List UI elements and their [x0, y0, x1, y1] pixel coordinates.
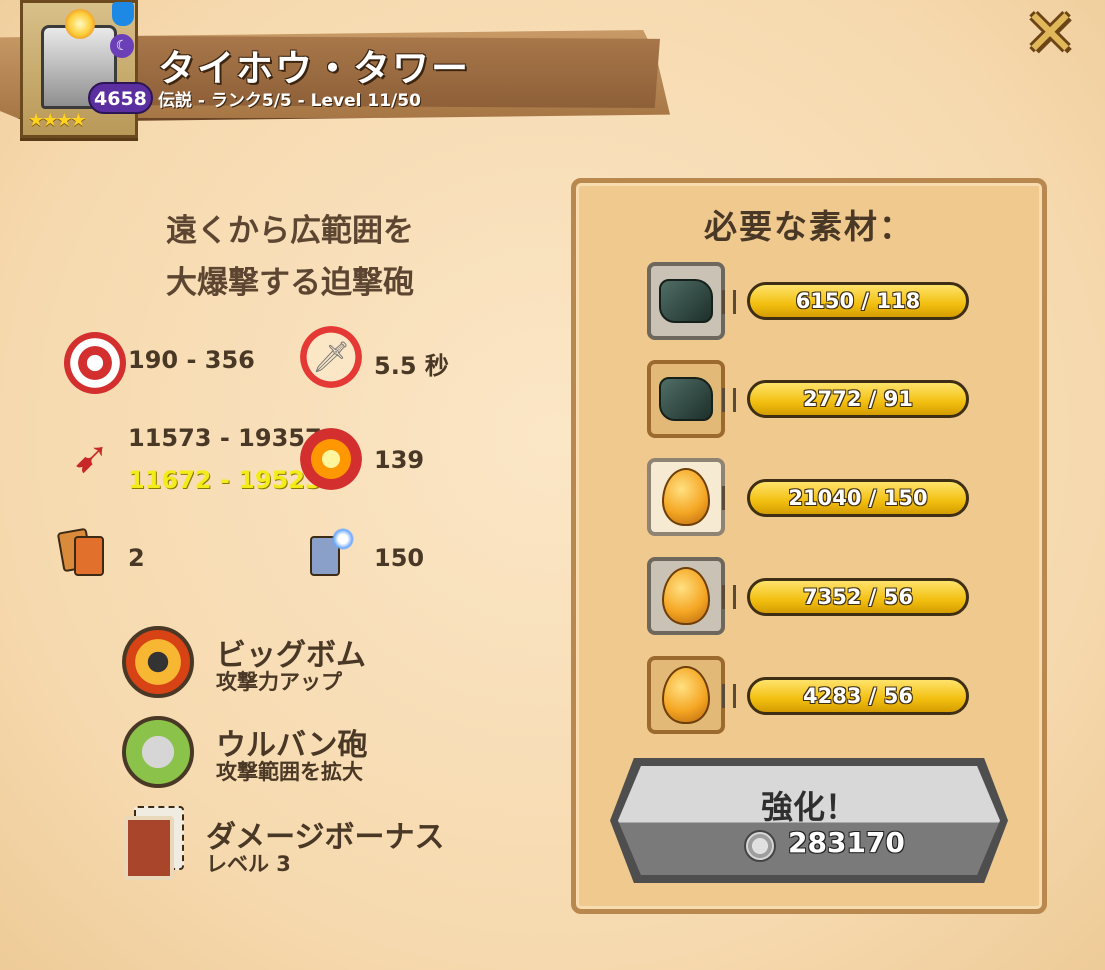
egg-icon [662, 468, 710, 526]
arrow-icon: ➹ [72, 431, 110, 483]
damage-bonus-icon [124, 806, 190, 882]
sword-cooldown-icon: 🗡 [300, 326, 362, 388]
connector-4 [722, 585, 736, 609]
sparkle-icon [332, 528, 354, 550]
target-icon [64, 332, 126, 394]
stone-icon [659, 279, 713, 323]
connector-5 [722, 684, 736, 708]
connector-1 [722, 290, 736, 314]
coin-icon [744, 830, 776, 862]
moon-icon: ☾ [110, 34, 134, 58]
skill-desc-damage-bonus: レベル 3 [206, 852, 291, 876]
description-line-2: 大爆撃する迫撃砲 [166, 265, 414, 301]
material-slot-3[interactable] [647, 458, 725, 536]
cooldown-stat: 5.5 秒 [374, 352, 449, 380]
description-line-1: 遠くから広範囲を [166, 213, 414, 249]
egg-icon [662, 666, 710, 724]
material-slot-4[interactable] [647, 557, 725, 635]
urban-cannon-skill-icon[interactable] [122, 716, 194, 788]
egg-icon [662, 567, 710, 625]
rank-stars: ★★★★ [28, 110, 87, 131]
power-badge: 4658 [88, 82, 153, 114]
damage-stat: 190 - 356 [128, 346, 255, 374]
skill-desc-big-bomb: 攻撃力アップ [216, 670, 342, 694]
tower-subtitle: 伝説 - ランク5/5 - Level 11/50 [158, 91, 421, 111]
material-count-2: 2772 / 91 [747, 380, 969, 418]
connector-2 [722, 388, 736, 412]
big-bomb-skill-icon[interactable] [122, 626, 194, 698]
material-count-5: 4283 / 56 [747, 677, 969, 715]
explosion-icon [300, 428, 362, 490]
close-icon[interactable]: ✕ [1022, 2, 1078, 66]
upgrade-cost[interactable]: 283170 [788, 826, 905, 859]
material-slot-1[interactable] [647, 262, 725, 340]
cards-icon [52, 524, 114, 586]
materials-title: 必要な素材： [704, 207, 914, 246]
material-slot-2[interactable] [647, 360, 725, 438]
upgrade-label[interactable]: 強化！ [610, 782, 1008, 828]
explosion-stat: 139 [374, 446, 425, 474]
skill-desc-urban-cannon: 攻撃範囲を拡大 [216, 760, 363, 784]
flame-icon [65, 9, 95, 39]
range-boosted-stat: 11672 - 19523 [128, 466, 322, 494]
tower-title: タイホウ・タワー [158, 47, 470, 90]
bonus-card-front [124, 816, 174, 880]
material-count-4: 7352 / 56 [747, 578, 969, 616]
card-power-stat: 150 [374, 544, 425, 572]
tower-description: 遠くから広範囲を 大爆撃する迫撃砲 [90, 205, 490, 309]
card-power-icon [300, 524, 362, 586]
range-base-stat: 11573 - 19357 [128, 424, 322, 452]
cards-stat: 2 [128, 544, 145, 572]
material-count-3: 21040 / 150 [747, 479, 969, 517]
shield-icon [112, 2, 134, 26]
connector-3 [722, 486, 733, 510]
material-count-1: 6150 / 118 [747, 282, 969, 320]
card-front [74, 536, 104, 576]
stone-icon [659, 377, 713, 421]
material-slot-5[interactable] [647, 656, 725, 734]
